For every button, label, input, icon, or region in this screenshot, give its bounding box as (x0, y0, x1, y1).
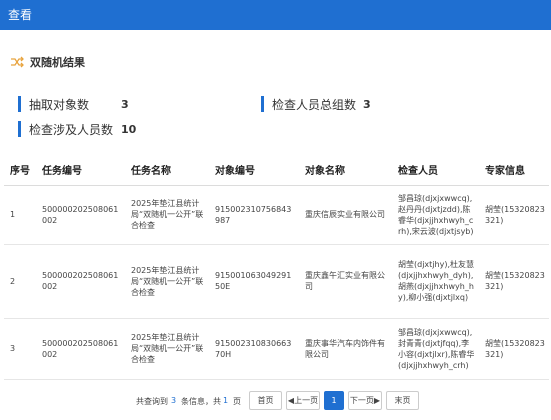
stat-inspectors: 检查涉及人员数 10 (18, 121, 136, 137)
stat-accent-bar (18, 121, 21, 137)
cell-object-name: 重庆事华汽车内饰件有限公司 (299, 318, 392, 380)
title-bar: 查看 (0, 0, 551, 30)
table-header-row: 序号 任务编号 任务名称 对象编号 对象名称 检查人员 专家信息 (4, 155, 549, 186)
cell-task-name: 2025年垫江县统计局“双随机一公开”联合检查 (125, 318, 209, 380)
cell-task-id: 500000202508061002 (36, 318, 125, 380)
section-header: 双随机结果 (10, 53, 85, 71)
col-header-inspectors: 检查人员 (392, 155, 479, 186)
stat-accent-bar (18, 96, 21, 112)
pagination-middle: 条信息，共 (181, 397, 221, 406)
last-page-button[interactable]: 末页 (386, 391, 419, 410)
cell-task-name: 2025年垫江县统计局“双随机一公开”联合检查 (125, 185, 209, 245)
stat-label: 检查涉及人员数 (29, 122, 114, 137)
table-row: 2 500000202508061002 2025年垫江县统计局“双随机一公开”… (4, 244, 549, 319)
pagination-total: 3 (171, 396, 177, 405)
first-page-button[interactable]: 首页 (249, 391, 282, 410)
stat-value: 3 (363, 97, 371, 111)
cell-object-name: 重庆信辰实业有限公司 (299, 185, 392, 245)
cell-expert: 胡莹(15320823321) (479, 318, 549, 380)
window-title: 查看 (8, 8, 33, 22)
section-title: 双随机结果 (30, 56, 85, 69)
pagination-prefix: 共查询到 (136, 397, 168, 406)
prev-page-button[interactable]: ◀上一页 (286, 391, 320, 410)
cell-expert: 胡莹(15320823321) (479, 244, 549, 319)
shuffle-icon (11, 56, 24, 68)
cell-inspectors: 胡莹(djxtjhy),杜友慧(djxjjhxhwyh_dyh),胡燕(djxj… (392, 244, 479, 319)
stat-groups: 检查人员总组数 3 (261, 96, 371, 112)
cell-index: 3 (4, 318, 36, 380)
cell-index: 2 (4, 244, 36, 319)
pagination-pages: 1 (223, 396, 229, 405)
table-row: 1 500000202508061002 2025年垫江县统计局“双随机一公开”… (4, 185, 549, 245)
next-page-button[interactable]: 下一页▶ (348, 391, 382, 410)
cell-object-name: 重庆鑫午汇实业有限公司 (299, 244, 392, 319)
cell-object-id: 915002310756843987 (209, 185, 299, 245)
pagination-suffix: 页 (233, 397, 241, 406)
stat-value: 10 (121, 122, 137, 136)
col-header-expert: 专家信息 (479, 155, 549, 186)
stat-label: 抽取对象数 (29, 97, 90, 112)
col-header-object-id: 对象编号 (209, 155, 299, 186)
col-header-task-id: 任务编号 (36, 155, 125, 186)
cell-task-name: 2025年垫江县统计局“双随机一公开”联合检查 (125, 244, 209, 319)
stat-value: 3 (121, 97, 129, 111)
col-header-object-name: 对象名称 (299, 155, 392, 186)
page-1-button[interactable]: 1 (324, 391, 344, 410)
cell-inspectors: 邹昌琼(djxjxwwcq),赵丹丹(djxtjzdd),陈睿华(djxjjhx… (392, 185, 479, 245)
stat-objects: 抽取对象数 3 (18, 96, 129, 112)
col-header-index: 序号 (4, 155, 36, 186)
results-table: 序号 任务编号 任务名称 对象编号 对象名称 检查人员 专家信息 1 50000… (4, 155, 549, 380)
table-row: 3 500000202508061002 2025年垫江县统计局“双随机一公开”… (4, 318, 549, 380)
cell-inspectors: 邹昌琼(djxjxwwcq),封青青(djxtjfqq),李小容(djxtjlx… (392, 318, 479, 380)
cell-object-id: 91500231083066370H (209, 318, 299, 380)
stat-accent-bar (261, 96, 264, 112)
cell-task-id: 500000202508061002 (36, 244, 125, 319)
cell-index: 1 (4, 185, 36, 245)
stat-label: 检查人员总组数 (272, 97, 357, 112)
cell-object-id: 91500106304929150E (209, 244, 299, 319)
cell-expert: 胡莹(15320823321) (479, 185, 549, 245)
col-header-task-name: 任务名称 (125, 155, 209, 186)
cell-task-id: 500000202508061002 (36, 185, 125, 245)
pagination: 共查询到 3 条信息，共 1 页 首页 ◀上一页 1 下一页▶ 末页 (0, 391, 551, 411)
